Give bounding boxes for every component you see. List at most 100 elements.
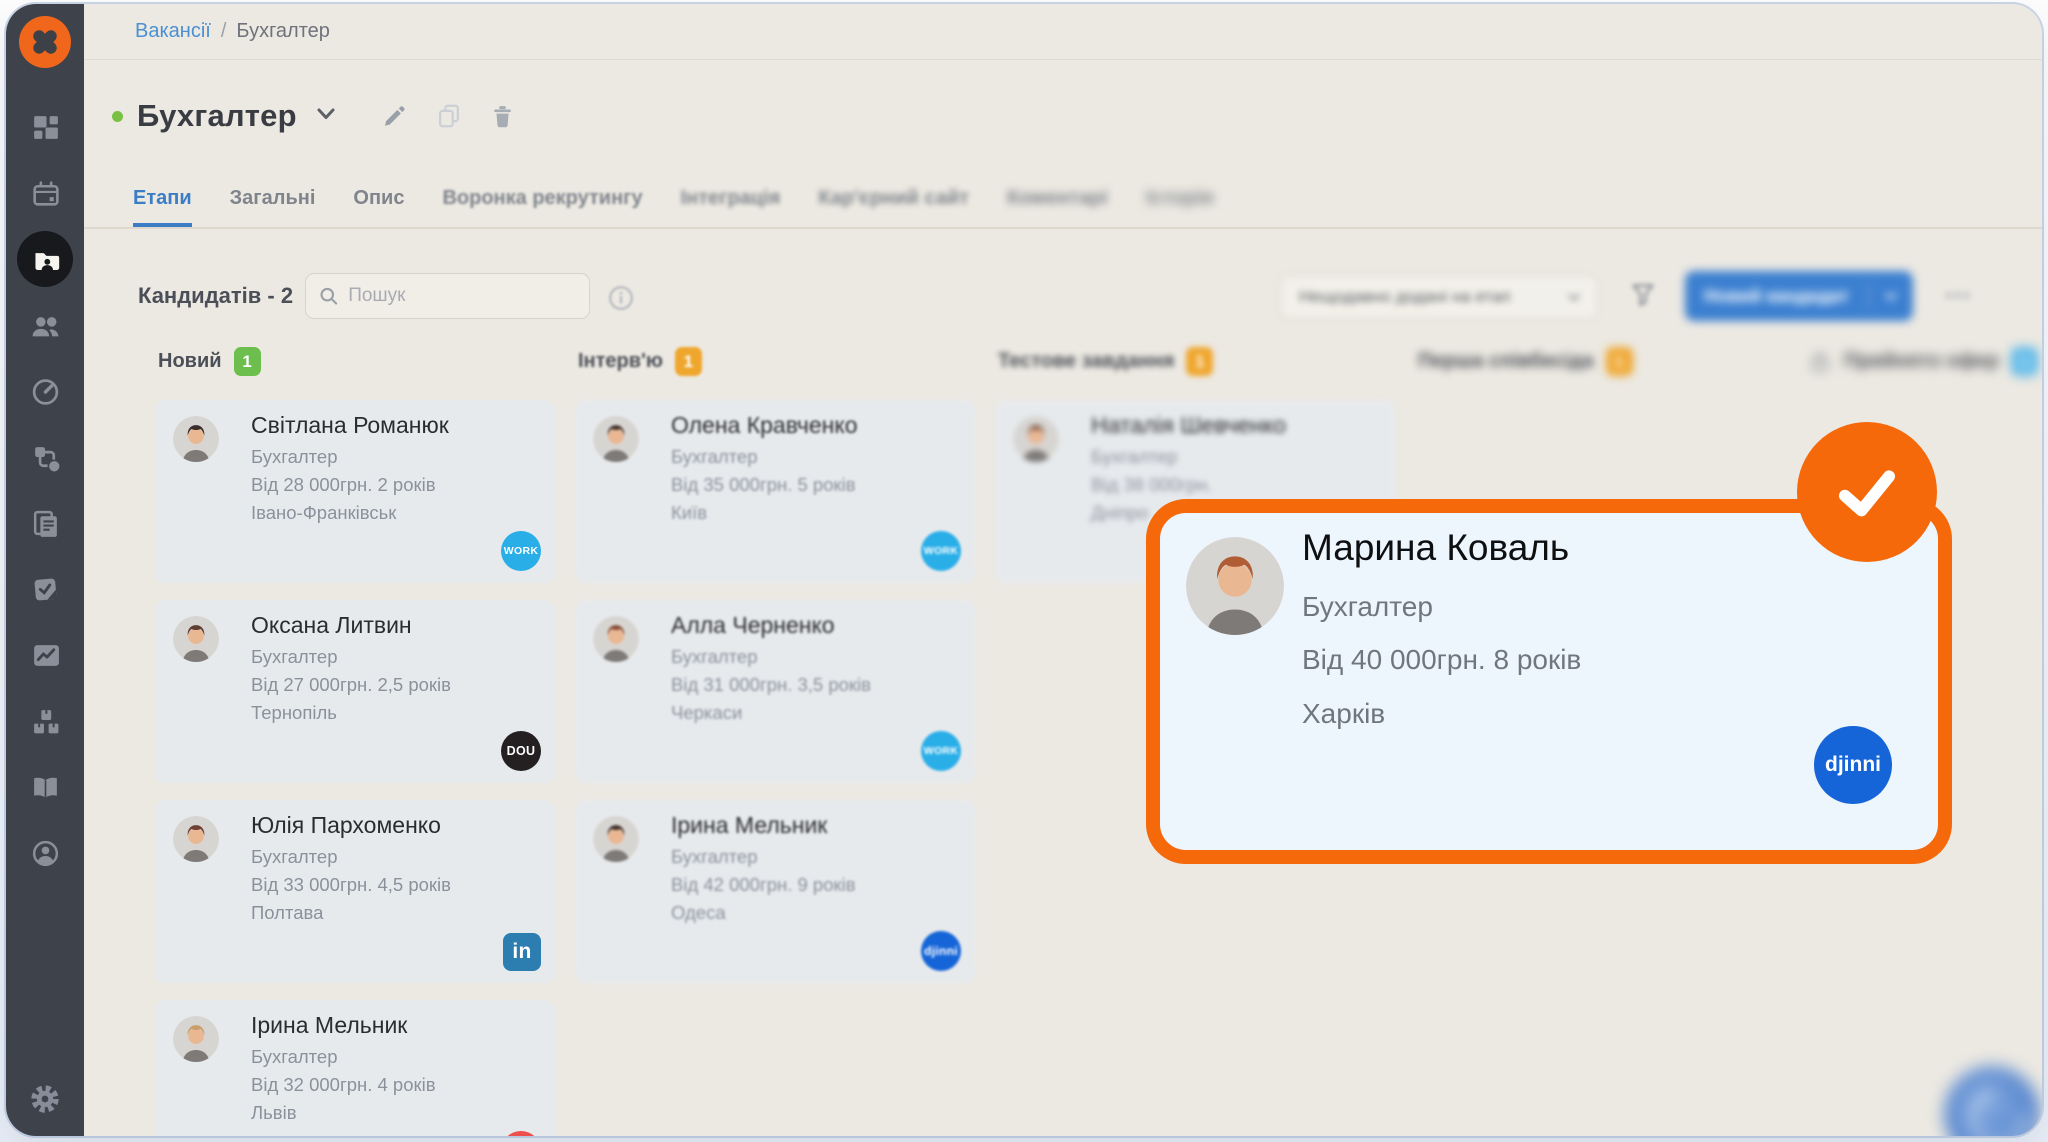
work-source-badge: WORK [921, 531, 961, 571]
candidate-card[interactable]: Оксана Литвин Бухгалтер Від 27 000грн. 2… [155, 600, 555, 783]
column-title: Інтерв'ю [578, 350, 663, 373]
candidate-salary: Від 28 000грн. 2 років [251, 474, 436, 496]
candidate-city: Черкаси [671, 702, 742, 724]
vacancy-title-row: Бухгалтер [112, 98, 517, 134]
settings-gear-icon[interactable] [6, 1082, 84, 1116]
tab-1[interactable]: Етапи [133, 187, 192, 227]
column-count-badge: 1 [1606, 347, 1633, 376]
column-count-badge: 1 [675, 347, 702, 376]
robota-source-badge [501, 1131, 541, 1136]
analytics-icon[interactable] [17, 638, 73, 672]
avatar [1186, 537, 1284, 635]
dashboard-icon[interactable] [17, 110, 73, 144]
avatar [173, 816, 219, 862]
candidate-position: Бухгалтер [671, 846, 758, 868]
tasks-check-icon[interactable] [17, 572, 73, 606]
avatar [173, 616, 219, 662]
tab-5[interactable]: Інтеграція [681, 187, 781, 227]
tab-4[interactable]: Воронка рекрутингу [442, 187, 642, 227]
tab-8[interactable]: Історія [1146, 187, 1214, 227]
candidate-salary: Від 35 000грн. 5 років [671, 474, 856, 496]
avatar [593, 816, 639, 862]
candidate-city: Полтава [251, 902, 323, 924]
knowledge-book-icon[interactable] [17, 770, 73, 804]
candidates-folder-icon[interactable] [17, 242, 73, 276]
candidate-city: Київ [671, 502, 707, 524]
column-title: Новий [158, 350, 222, 373]
avatar [593, 416, 639, 462]
candidate-card[interactable]: Алла Черненко Бухгалтер Від 31 000грн. 3… [575, 600, 975, 783]
candidate-position: Бухгалтер [251, 646, 338, 668]
gauge-icon[interactable] [17, 374, 73, 408]
candidate-position: Бухгалтер [251, 1046, 338, 1068]
column-title: Прийнято офер [1844, 350, 1999, 373]
candidate-city: Дніпро [1091, 502, 1148, 524]
vacancy-tabs: Етапи Загальні Опис Воронка рекрутингу Інтег… [84, 187, 2042, 229]
candidate-salary: Від 31 000грн. 3,5 років [671, 674, 871, 696]
sidebar [6, 4, 84, 1136]
work-source-badge: WORK [921, 731, 961, 771]
tab-6[interactable]: Кар'єрний сайт [818, 187, 969, 227]
title-actions [381, 102, 517, 130]
work-source-badge: WORK [501, 531, 541, 571]
kanban-board: Кандидатів - 2 Нещодавно додані на етап … [84, 231, 2042, 1136]
org-units-icon[interactable] [17, 704, 73, 738]
sidebar-nav [17, 110, 73, 870]
page-title: Бухгалтер [137, 98, 297, 134]
column-count-badge: 1 [234, 347, 261, 376]
candidate-card[interactable]: Олена Кравченко Бухгалтер Від 35 000грн.… [575, 400, 975, 583]
profile-icon[interactable] [17, 836, 73, 870]
candidate-position: Бухгалтер [671, 446, 758, 468]
column-header: Новий 1 [158, 347, 261, 376]
tab-3[interactable]: Опис [353, 187, 404, 227]
tab-7[interactable]: Коментарі [1007, 187, 1108, 227]
candidate-card[interactable]: Юлія Пархоменко Бухгалтер Від 33 000грн.… [155, 800, 555, 983]
team-icon[interactable] [17, 308, 73, 342]
column-header: Прийнято офер1 [1808, 347, 2038, 376]
candidate-position: Бухгалтер [1091, 446, 1178, 468]
calendar-icon[interactable] [17, 176, 73, 210]
avatar [173, 1016, 219, 1062]
candidate-salary: Від 27 000грн. 2,5 років [251, 674, 451, 696]
candidate-salary: Від 32 000грн. 4 років [251, 1074, 436, 1096]
candidate-card[interactable]: Ірина Мельник Бухгалтер Від 32 000грн. 4… [155, 1000, 555, 1136]
brand-flower-x-logo[interactable] [19, 16, 71, 68]
column-title: Тестове завдання [998, 350, 1174, 373]
breadcrumb-current: Бухгалтер [236, 20, 330, 43]
candidate-city: Івано-Франківськ [251, 502, 396, 524]
candidate-name: Олена Кравченко [671, 412, 857, 439]
kanban-column-2: Інтерв'ю 1 Олена Кравченко Бухгалтер Від … [570, 231, 982, 1136]
candidate-city: Одеса [671, 902, 726, 924]
candidate-position: Бухгалтер [251, 846, 338, 868]
copy-icon[interactable] [435, 102, 463, 130]
candidate-card[interactable]: Світлана Романюк Бухгалтер Від 28 000грн… [155, 400, 555, 583]
documents-icon[interactable] [17, 506, 73, 540]
column-header: Перша співбесіда 1 [1418, 347, 1633, 376]
candidate-city: Львів [251, 1102, 297, 1124]
kanban-column-1: Новий 1 Світлана Романюк Бухгалтер Від 28… [150, 231, 562, 1136]
candidate-name: Марина Коваль [1302, 527, 1569, 569]
candidate-position: Бухгалтер [251, 446, 338, 468]
candidate-city: Харків [1302, 698, 1385, 730]
chevron-down-icon[interactable] [313, 101, 339, 132]
column-title: Перша співбесіда [1418, 350, 1594, 373]
candidate-position: Бухгалтер [1302, 591, 1433, 623]
breadcrumb-vacancies-link[interactable]: Вакансії [135, 20, 211, 43]
candidate-salary: Від 42 000грн. 9 років [671, 874, 856, 896]
highlighted-candidate-card[interactable]: Марина Коваль Бухгалтер Від 40 000грн. 8… [1146, 499, 1952, 864]
dou-source-badge: DOU [501, 731, 541, 771]
lock-icon [1808, 350, 1832, 374]
check-icon [1797, 422, 1937, 562]
candidate-salary: Від 40 000грн. 8 років [1302, 644, 1581, 676]
tab-2[interactable]: Загальні [230, 187, 316, 227]
pencil-icon[interactable] [381, 102, 409, 130]
candidate-card[interactable]: Ірина Мельник Бухгалтер Від 42 000грн. 9… [575, 800, 975, 983]
djinni-source-badge: djinni [921, 931, 961, 971]
candidate-city: Тернопіль [251, 702, 337, 724]
app-window: Вакансії / Бухгалтер Бухгалтер ЕтапиЗага… [6, 4, 2042, 1136]
avatar [1013, 416, 1059, 462]
trash-icon[interactable] [489, 102, 517, 130]
vacancy-status-dot [112, 111, 123, 122]
djinni-source-badge: djinni [1814, 726, 1892, 804]
workflow-icon[interactable] [17, 440, 73, 474]
